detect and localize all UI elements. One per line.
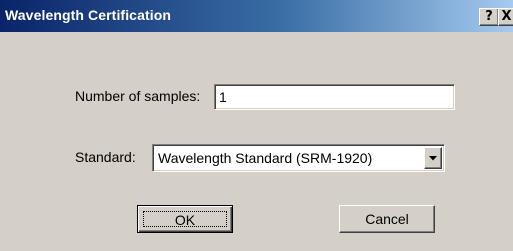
ok-button[interactable]: OK — [137, 205, 233, 233]
standard-label: Standard: — [75, 149, 136, 165]
ok-button-label: OK — [143, 211, 227, 228]
samples-input[interactable] — [214, 84, 455, 110]
window-title: Wavelength Certification — [5, 7, 172, 23]
chevron-down-icon — [429, 156, 437, 161]
wavelength-certification-dialog: Wavelength Certification ? X Number of s… — [0, 0, 513, 251]
cancel-button[interactable]: Cancel — [339, 205, 435, 233]
standard-selected-value: Wavelength Standard (SRM-1920) — [158, 150, 373, 166]
close-button[interactable]: X — [498, 8, 513, 26]
help-button[interactable]: ? — [479, 8, 499, 26]
samples-label: Number of samples: — [75, 88, 201, 104]
dropdown-arrow-button[interactable] — [424, 147, 442, 169]
standard-dropdown[interactable]: Wavelength Standard (SRM-1920) — [152, 144, 445, 172]
title-bar[interactable]: Wavelength Certification ? X — [0, 0, 513, 32]
